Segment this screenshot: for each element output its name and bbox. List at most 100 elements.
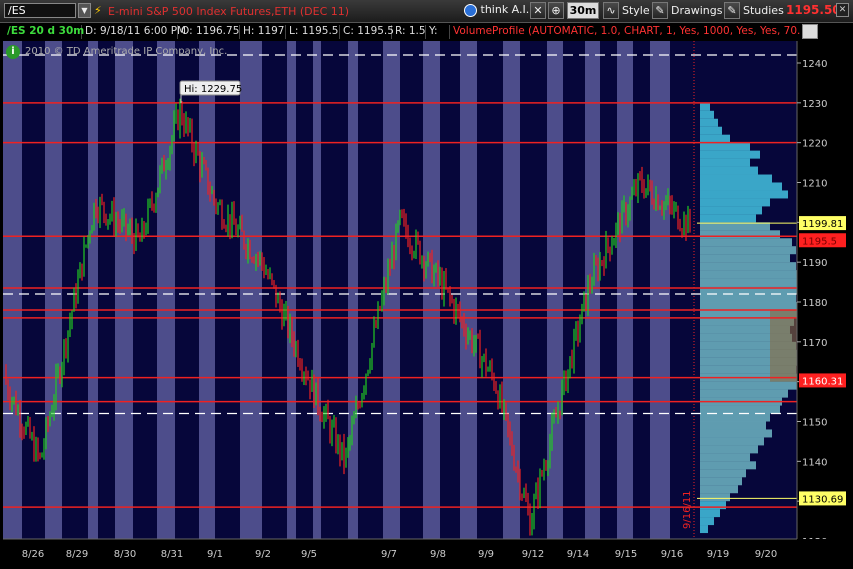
- y-axis-tick-label: 1140: [802, 457, 827, 468]
- volume-profile-bar: [700, 254, 790, 263]
- y-axis-tick-label: 1150: [802, 418, 827, 429]
- session-band: [460, 41, 477, 539]
- studies-label[interactable]: Studies: [743, 4, 784, 17]
- toolbar: /ES ▼ ⚡ E-mini S&P 500 Index Futures,ETH…: [0, 0, 853, 23]
- volume-profile-bar: [700, 198, 770, 207]
- volume-profile-bar: [700, 262, 796, 271]
- style-chart-icon[interactable]: ∿: [603, 2, 619, 19]
- volume-profile-bar: [700, 270, 800, 279]
- price-bubble-label: 1160.31: [802, 376, 843, 387]
- chart-canvas[interactable]: Hi: 1229.759/16/111240123012201210120011…: [0, 41, 853, 566]
- study-label[interactable]: VolumeProfile (AUTOMATIC, 1.0, CHART, 1,…: [450, 25, 800, 39]
- volume-profile-bar: [700, 525, 708, 534]
- volume-profile-bar: [700, 142, 750, 151]
- drawings-pencil-icon[interactable]: ✎: [652, 2, 668, 19]
- info-bar: /ES 20 d 30m D: 9/18/11 6:00 PM O: 1196.…: [0, 23, 853, 42]
- volume-profile-bar: [700, 126, 722, 135]
- volume-profile-bar: [700, 182, 782, 191]
- x-axis-label: 9/14: [567, 549, 589, 560]
- volume-profile-bar: [700, 509, 720, 518]
- high-label: Hi: 1229.75: [184, 84, 242, 95]
- volume-profile-bar: [700, 405, 780, 414]
- session-band: [3, 41, 22, 539]
- timeframe-button[interactable]: 30m: [567, 2, 599, 19]
- volume-profile-bar: [700, 429, 772, 438]
- volume-profile-bar: [700, 301, 798, 310]
- x-axis-label: 9/12: [522, 549, 544, 560]
- x-axis-label: 9/2: [255, 549, 271, 560]
- cursor-icon[interactable]: [802, 24, 818, 39]
- y-axis-tick-label: 1220: [802, 139, 827, 150]
- last-price: 1195.50: [786, 3, 841, 17]
- volume-profile-bar: [700, 214, 756, 223]
- volume-profile-bar: [700, 174, 772, 183]
- y-axis-tick-label: 1190: [802, 258, 827, 269]
- volume-profile-bar: [700, 158, 750, 167]
- volume-profile-bar: [700, 493, 730, 502]
- bar-range: R: 1.5: [392, 25, 426, 39]
- y-axis-tick-label: 1170: [802, 338, 827, 349]
- style-label[interactable]: Style: [622, 4, 650, 17]
- session-band: [88, 41, 98, 539]
- x-axis-label: 8/29: [66, 549, 88, 560]
- symbol-description: E-mini S&P 500 Index Futures,ETH (DEC 11…: [108, 5, 350, 18]
- bar-low: L: 1195.5: [286, 25, 340, 39]
- y-axis-tick-label: 1230: [802, 99, 827, 110]
- session-band: [199, 41, 215, 539]
- expiry-label: 9/16/11: [682, 490, 693, 529]
- volume-profile-bar: [700, 102, 710, 111]
- globe-icon: [464, 3, 477, 17]
- close-x-icon[interactable]: ✕: [836, 3, 849, 17]
- x-axis-label: 9/5: [301, 549, 317, 560]
- volume-profile-bar: [700, 134, 730, 143]
- x-axis-label: 8/30: [114, 549, 136, 560]
- x-axis-label: 8/31: [161, 549, 183, 560]
- session-band: [423, 41, 440, 539]
- bar-date: D: 9/18/11 6:00 PM: [82, 25, 186, 39]
- volume-profile-bar: [700, 166, 758, 175]
- session-band: [617, 41, 633, 539]
- think-ai-label: think A.I.: [480, 3, 530, 16]
- price-chart[interactable]: Hi: 1229.759/16/111240123012201210120011…: [0, 41, 853, 566]
- session-band: [650, 41, 670, 539]
- x-axis-label: 9/20: [755, 549, 777, 560]
- studies-icon[interactable]: ✎: [724, 2, 740, 19]
- lightning-icon[interactable]: ⚡: [94, 4, 102, 17]
- volume-profile-bar: [700, 206, 762, 215]
- info-icon[interactable]: i: [6, 45, 20, 59]
- price-bubble-label: 1199.81: [802, 219, 843, 230]
- volume-profile-bar: [700, 190, 788, 199]
- x-axis-label: 9/15: [615, 549, 637, 560]
- session-band: [240, 41, 262, 539]
- volume-profile-bar: [700, 413, 770, 422]
- chevron-down-icon[interactable]: ▼: [78, 3, 91, 18]
- zoom-icon[interactable]: ⊕: [548, 2, 564, 19]
- think-ai-button[interactable]: think A.I.: [464, 2, 530, 19]
- poc-area: [770, 309, 797, 382]
- x-axis-label: 9/9: [478, 549, 494, 560]
- drawings-label[interactable]: Drawings: [671, 4, 722, 17]
- volume-profile-bar: [700, 294, 796, 303]
- x-axis-label: 9/19: [707, 549, 729, 560]
- y-axis-tick-label: 1240: [802, 59, 827, 70]
- symbol-input[interactable]: /ES: [4, 3, 76, 18]
- crosshair-icon[interactable]: ✕: [530, 2, 546, 19]
- volume-profile-bar: [700, 453, 750, 462]
- volume-profile-bar: [700, 110, 714, 119]
- x-axis-label: 9/1: [207, 549, 223, 560]
- volume-profile-bar: [700, 477, 742, 486]
- volume-profile-bar: [700, 501, 726, 510]
- bar-close: C: 1195.5: [340, 25, 394, 39]
- price-bubble-label: 1195.5: [802, 236, 837, 247]
- bar-open: O: 1196.75: [178, 25, 240, 39]
- session-band: [45, 41, 62, 539]
- volume-profile-bar: [700, 278, 798, 287]
- session-band: [287, 41, 296, 539]
- bar-y: Y:: [426, 25, 450, 39]
- copyright-text: 2010 © TD Ameritrade IP Company, Inc.: [25, 46, 228, 57]
- y-axis-tick-label: 1180: [802, 298, 827, 309]
- volume-profile-bar: [700, 445, 758, 454]
- x-axis-label: 8/26: [22, 549, 44, 560]
- volume-profile-bar: [700, 469, 746, 478]
- volume-profile-bar: [700, 381, 798, 390]
